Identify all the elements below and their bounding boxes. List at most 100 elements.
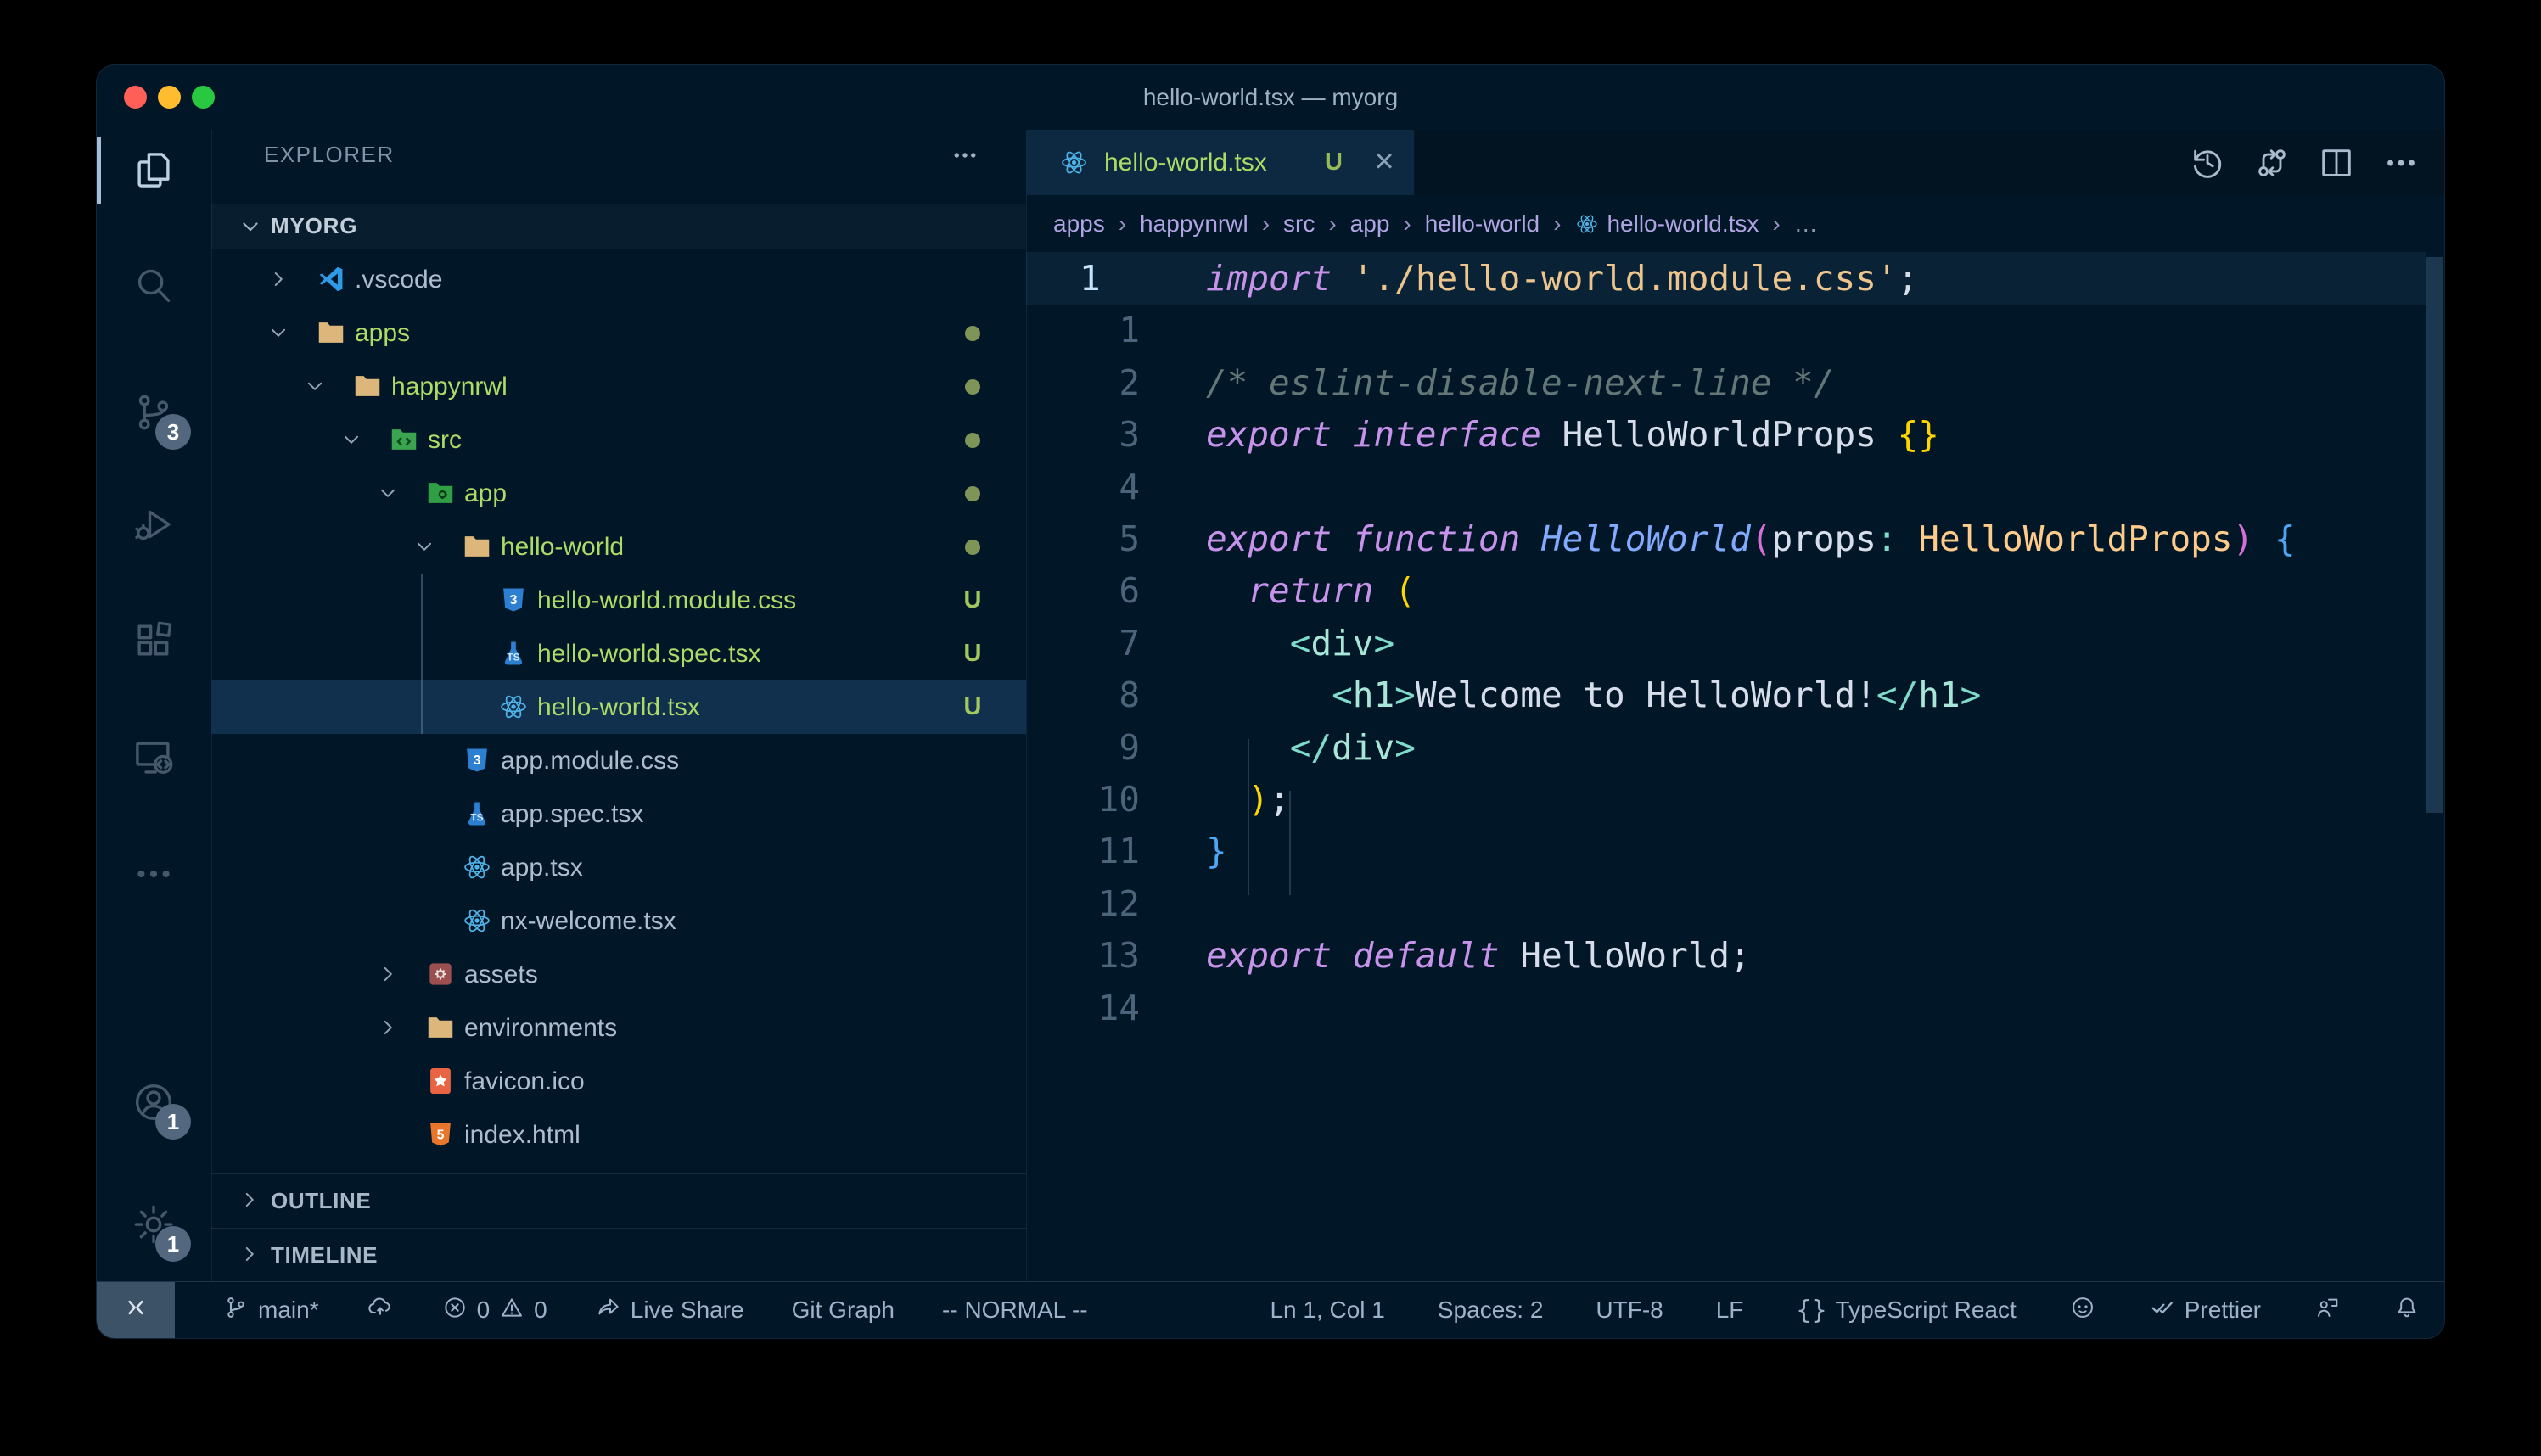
activity-item-search[interactable]: [97, 244, 211, 328]
status-item-prettier[interactable]: Prettier: [2149, 1294, 2261, 1327]
code-line[interactable]: 1import './hello-world.module.css';: [1026, 252, 2444, 305]
activity-item-settings[interactable]: 1: [97, 1182, 211, 1267]
activity-bar: 3 1 1: [97, 130, 212, 1281]
activity-item-source-control[interactable]: 3: [97, 370, 211, 455]
breadcrumb-item-…[interactable]: …: [1794, 210, 1818, 238]
tree-item-favicon.ico[interactable]: favicon.ico: [211, 1055, 1026, 1108]
activity-item-remote-explorer[interactable]: [97, 715, 211, 800]
editor-scrollbar[interactable]: [2426, 257, 2443, 813]
breadcrumb-item-src[interactable]: src: [1283, 210, 1315, 238]
tree-item-environments[interactable]: environments: [211, 1001, 1026, 1055]
code-text: }: [1206, 825, 1227, 877]
code-line[interactable]: 9 </div>: [1026, 721, 2444, 774]
status-item-publish[interactable]: [367, 1294, 394, 1327]
chevron-right-icon: [377, 963, 399, 985]
status-item-indentation[interactable]: Spaces: 2: [1438, 1296, 1544, 1324]
chevron-down-icon: [304, 375, 326, 397]
open-changes-icon[interactable]: [2252, 143, 2291, 182]
code-line[interactable]: 13export default HelloWorld;: [1026, 929, 2444, 982]
status-item-git-branch[interactable]: main*: [222, 1294, 319, 1327]
activity-item-more-views[interactable]: [97, 832, 211, 916]
code-line[interactable]: 5export function HelloWorld(props: Hello…: [1026, 512, 2444, 565]
status-item-encoding[interactable]: UTF-8: [1596, 1296, 1663, 1324]
tab-hello-world-tsx[interactable]: hello-world.tsx U ×: [1026, 130, 1415, 195]
code-line[interactable]: 8 <h1>Welcome to HelloWorld!</h1>: [1026, 669, 2444, 721]
code-line[interactable]: 3export interface HelloWorldProps {}: [1026, 408, 2444, 461]
tree-item-app.spec.tsx[interactable]: TSapp.spec.tsx: [211, 787, 1026, 841]
breadcrumb-item-hello-world.tsx[interactable]: hello-world.tsx: [1574, 210, 1759, 238]
code-line[interactable]: 7 <div>: [1026, 617, 2444, 669]
status-item-remote-indicator[interactable]: [97, 1282, 175, 1338]
code-text: export function HelloWorld(props: HelloW…: [1206, 512, 2296, 565]
tree-item-hello-world.spec.tsx[interactable]: TShello-world.spec.tsxU: [211, 627, 1026, 680]
history-icon[interactable]: [2188, 143, 2227, 182]
activity-item-accounts[interactable]: 1: [97, 1060, 211, 1145]
tree-item-app[interactable]: app: [211, 467, 1026, 520]
live-share-icon: [595, 1294, 622, 1327]
tree-indent-guide: [421, 574, 423, 734]
error-icon: [441, 1294, 468, 1327]
breadcrumb-item-hello-world[interactable]: hello-world: [1425, 210, 1540, 238]
code-editor[interactable]: 1import './hello-world.module.css';12/* …: [1026, 252, 2444, 1281]
code-line[interactable]: 11}: [1026, 825, 2444, 877]
code-line[interactable]: 12: [1026, 877, 2444, 930]
status-text: -- NORMAL --: [942, 1296, 1088, 1324]
panel-outline[interactable]: OUTLINE: [211, 1173, 1026, 1227]
tree-item-index.html[interactable]: 5index.html: [211, 1108, 1026, 1162]
activity-badge: 3: [155, 414, 191, 450]
breadcrumb-item-happynrwl[interactable]: happynrwl: [1140, 210, 1248, 238]
untracked-badge: U: [957, 574, 988, 627]
tree-item-app.tsx[interactable]: app.tsx: [211, 841, 1026, 894]
status-count: 0: [534, 1296, 547, 1324]
status-item-feedback[interactable]: [2314, 1294, 2341, 1327]
code-line[interactable]: 4: [1026, 461, 2444, 513]
more-actions-icon[interactable]: [2381, 143, 2420, 182]
status-text: main*: [258, 1296, 319, 1324]
split-editor-icon[interactable]: [2317, 143, 2356, 182]
tree-item-app.module.css[interactable]: 3app.module.css: [211, 734, 1026, 787]
tree-item-apps[interactable]: apps: [211, 306, 1026, 360]
tree-item-happynrwl[interactable]: happynrwl: [211, 360, 1026, 413]
activity-item-run-debug[interactable]: [97, 482, 211, 567]
explorer-more-actions-icon[interactable]: [948, 140, 989, 171]
status-item-notifications[interactable]: [2393, 1294, 2420, 1327]
code-line[interactable]: 1: [1026, 304, 2444, 356]
status-text: Prettier: [2185, 1296, 2261, 1324]
status-item-language-mode[interactable]: {}TypeScript React: [1796, 1296, 2016, 1325]
folder-app-icon: [424, 477, 457, 509]
status-item-problems[interactable]: 00: [441, 1294, 547, 1327]
active-indicator: [97, 137, 101, 204]
code-line[interactable]: 2/* eslint-disable-next-line */: [1026, 356, 2444, 409]
activity-item-extensions[interactable]: [97, 598, 211, 683]
code-line[interactable]: 10 );: [1026, 773, 2444, 826]
status-item-vim-mode[interactable]: -- NORMAL --: [942, 1296, 1088, 1324]
status-item-github[interactable]: [2069, 1294, 2096, 1327]
tree-item-hello-world.module.css[interactable]: 3hello-world.module.cssU: [211, 574, 1026, 627]
status-item-live-share[interactable]: Live Share: [595, 1294, 744, 1327]
line-number: 2: [1026, 356, 1140, 409]
status-text: UTF-8: [1596, 1296, 1663, 1324]
chevron-right-icon: [267, 268, 289, 290]
css-icon: 3: [497, 584, 530, 616]
code-line[interactable]: 6 return (: [1026, 564, 2444, 617]
breadcrumb-item-app[interactable]: app: [1350, 210, 1390, 238]
tree-item-.vscode[interactable]: .vscode: [211, 253, 1026, 306]
tree-item-hello-world[interactable]: hello-world: [211, 520, 1026, 574]
tree-item-assets[interactable]: assets: [211, 948, 1026, 1001]
status-item-git-graph[interactable]: Git Graph: [792, 1296, 895, 1324]
panel-timeline[interactable]: TIMELINE: [211, 1228, 1026, 1281]
status-item-eol[interactable]: LF: [1716, 1296, 1744, 1324]
activity-item-explorer[interactable]: [97, 128, 211, 213]
breadcrumb-item-apps[interactable]: apps: [1053, 210, 1105, 238]
svg-text:3: 3: [510, 593, 518, 608]
section-header-myorg[interactable]: MYORG: [211, 204, 1026, 249]
modified-dot-badge: [965, 433, 980, 448]
tab-close-icon[interactable]: ×: [1366, 130, 1403, 195]
tree-item-src[interactable]: src: [211, 413, 1026, 467]
tree-item-hello-world.tsx[interactable]: hello-world.tsxU: [211, 680, 1026, 734]
tree-item-nx-welcome.tsx[interactable]: nx-welcome.tsx: [211, 894, 1026, 948]
tree-item-label: app.tsx: [501, 841, 583, 894]
folder-src-icon: [388, 423, 420, 456]
code-line[interactable]: 14: [1026, 982, 2444, 1034]
status-item-cursor-position[interactable]: Ln 1, Col 1: [1270, 1296, 1384, 1324]
